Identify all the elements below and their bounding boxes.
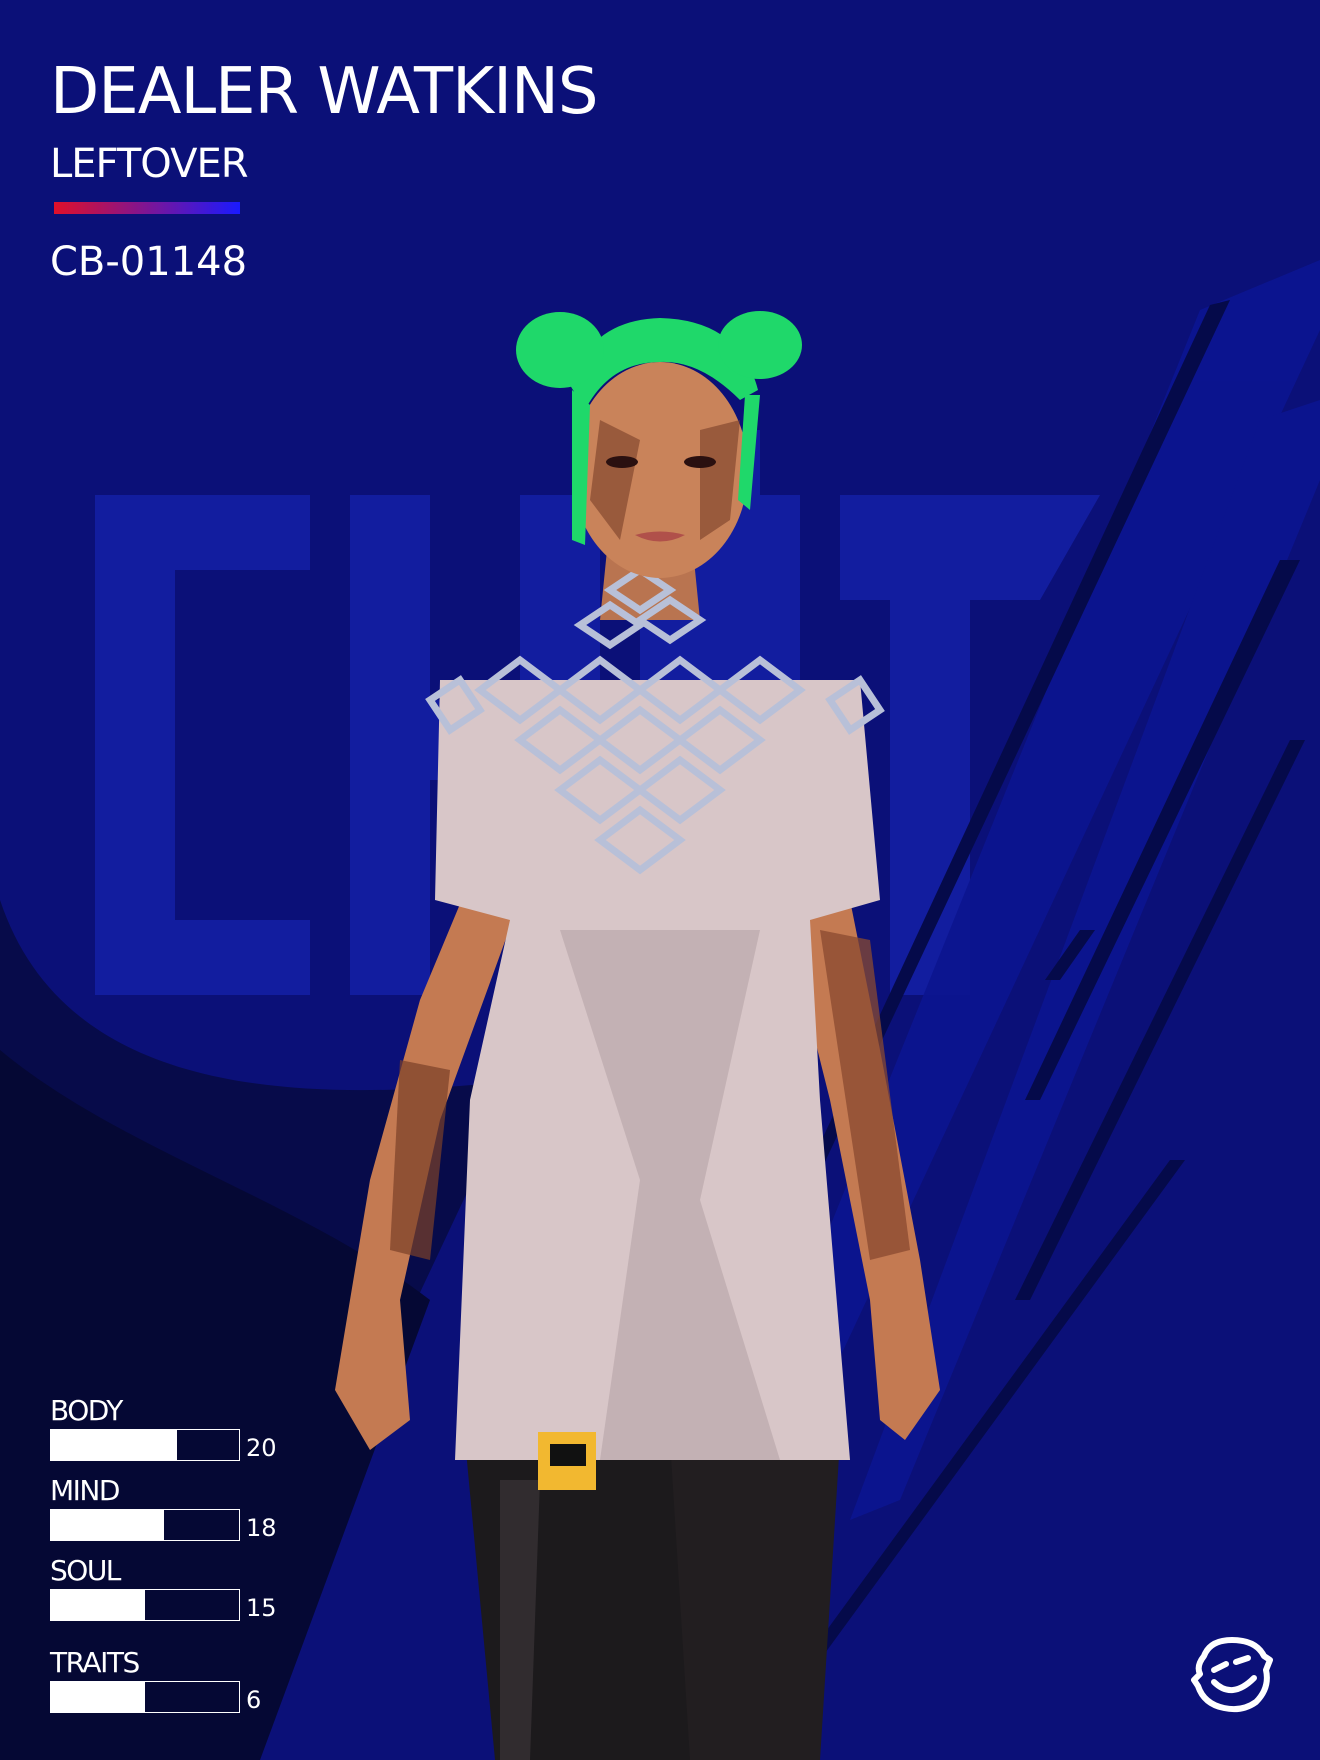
stat-bar-fill bbox=[51, 1510, 164, 1540]
stat-label: SOUL bbox=[50, 1554, 121, 1587]
stat-value: 6 bbox=[246, 1686, 262, 1714]
character-name: DEALER WATKINS bbox=[50, 55, 598, 129]
stat-value: 20 bbox=[246, 1434, 277, 1462]
character-card: DEALER WATKINS LEFTOVER CB-01148 BODY 20… bbox=[0, 0, 1320, 1760]
stat-value: 18 bbox=[246, 1514, 277, 1542]
stat-label: TRAITS bbox=[50, 1646, 140, 1679]
stat-bar-fill bbox=[51, 1430, 177, 1460]
stat-body: BODY 20 bbox=[50, 1396, 310, 1464]
stat-bar-track bbox=[50, 1429, 240, 1461]
stat-value: 15 bbox=[246, 1594, 277, 1622]
smiley-logo-icon bbox=[1191, 1637, 1273, 1713]
stat-bar-fill bbox=[51, 1590, 145, 1620]
stat-traits: TRAITS 6 bbox=[50, 1648, 310, 1716]
card-header: DEALER WATKINS LEFTOVER CB-01148 bbox=[50, 52, 598, 290]
stat-label: BODY bbox=[50, 1394, 123, 1427]
stat-soul: SOUL 15 bbox=[50, 1556, 310, 1624]
stat-bar-fill bbox=[51, 1682, 145, 1712]
stats-panel: BODY 20 MIND 18 SOUL 15 TRAITS 6 bbox=[50, 1396, 310, 1728]
stat-bar-track bbox=[50, 1509, 240, 1541]
stat-label: MIND bbox=[50, 1474, 120, 1507]
stat-bar-track bbox=[50, 1589, 240, 1621]
serial-number: CB-01148 bbox=[50, 239, 248, 285]
accent-divider bbox=[54, 202, 240, 214]
character-faction: LEFTOVER bbox=[50, 141, 249, 187]
stat-mind: MIND 18 bbox=[50, 1476, 310, 1544]
stat-bar-track bbox=[50, 1681, 240, 1713]
